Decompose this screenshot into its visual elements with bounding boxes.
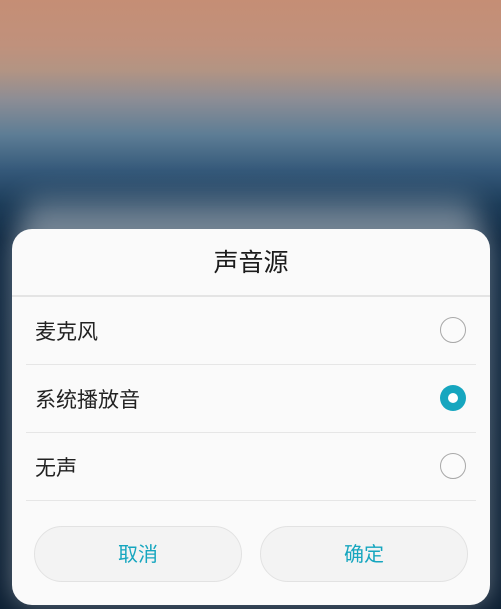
radio-button-system-audio[interactable]: [440, 384, 466, 411]
dialog-buttons: 取消 确定: [34, 526, 468, 582]
dialog-title: 声音源: [213, 248, 289, 277]
option-label: 麦克风: [35, 319, 98, 344]
radio-button-microphone[interactable]: [440, 316, 466, 343]
screen: 声音源 麦克风 系统播放音 无声 取消 确定: [0, 0, 501, 609]
option-label: 无声: [35, 455, 77, 480]
radio-button-silent[interactable]: [440, 452, 466, 479]
confirm-button[interactable]: 确定: [260, 526, 468, 582]
option-system-audio[interactable]: 系统播放音: [26, 365, 476, 433]
option-silent[interactable]: 无声: [26, 433, 476, 501]
option-microphone[interactable]: 麦克风: [26, 297, 476, 365]
cancel-button[interactable]: 取消: [34, 526, 242, 582]
sound-source-dialog: 声音源 麦克风 系统播放音 无声 取消 确定: [12, 229, 490, 605]
option-label: 系统播放音: [35, 387, 140, 412]
